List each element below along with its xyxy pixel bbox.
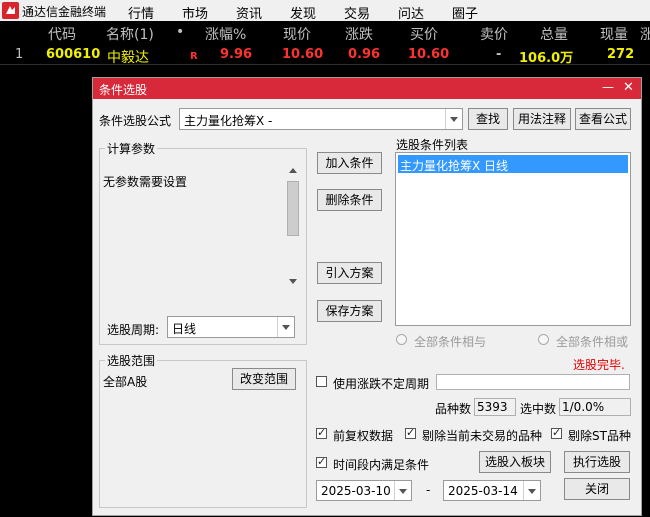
- col-name[interactable]: 名称(1): [106, 24, 154, 44]
- save-scheme-button[interactable]: 保存方案: [317, 300, 382, 322]
- menu-circle[interactable]: 圈子: [452, 3, 478, 22]
- list-item-label: 主力量化抢筹X 日线: [400, 159, 509, 173]
- scroll-up-icon[interactable]: [289, 168, 297, 173]
- date-to-value: 2025-03-14: [448, 484, 518, 498]
- row-change-pct: 9.96: [220, 47, 253, 62]
- list-item[interactable]: 主力量化抢筹X 日线: [398, 155, 628, 173]
- menu-market[interactable]: 市场: [182, 3, 208, 22]
- dialog-title: 条件选股: [99, 83, 148, 97]
- period-all-checkbox[interactable]: [316, 455, 327, 468]
- formula-label: 条件选股公式: [99, 114, 172, 128]
- forward-adjust-checkbox[interactable]: [316, 426, 327, 439]
- chevron-down-icon: [445, 109, 462, 129]
- stock-screener-dialog: 条件选股 — ✕ 条件选股公式 主力量化抢筹X - 查找 用法注释 查看公式 计…: [92, 77, 642, 516]
- uncertain-period-checkbox[interactable]: [316, 376, 327, 387]
- selected-field: 1/0.0%: [559, 398, 631, 416]
- radio-or-label: 全部条件相或: [556, 335, 629, 349]
- scroll-down-icon[interactable]: [289, 279, 297, 284]
- condition-list[interactable]: 主力量化抢筹X 日线: [395, 152, 631, 326]
- selected-label: 选中数: [520, 402, 557, 416]
- col-code[interactable]: 代码: [48, 24, 76, 44]
- radio-and-label: 全部条件相与: [414, 335, 487, 349]
- params-scrollbar[interactable]: [285, 166, 301, 290]
- range-group-label: 选股范围: [105, 352, 158, 369]
- dialog-titlebar[interactable]: 条件选股 — ✕: [93, 78, 641, 99]
- status-text: 选股完毕.: [573, 358, 625, 372]
- col-more[interactable]: 涨: [640, 24, 650, 44]
- view-formula-button[interactable]: 查看公式: [575, 108, 631, 130]
- minimize-icon[interactable]: —: [602, 80, 614, 94]
- close-icon[interactable]: ✕: [623, 80, 634, 95]
- formula-select[interactable]: 主力量化抢筹X -: [179, 108, 463, 130]
- row-ask: -: [496, 47, 502, 62]
- chevron-down-icon: [523, 481, 540, 500]
- menu-discover[interactable]: 发现: [290, 3, 316, 22]
- row-divider: [0, 64, 650, 65]
- remove-condition-button[interactable]: 删除条件: [317, 189, 382, 211]
- radio-or[interactable]: [538, 334, 549, 345]
- date-from-value: 2025-03-10: [321, 484, 391, 498]
- period-label: 选股周期:: [107, 323, 160, 337]
- exclude-untraded-label: 剔除当前未交易的品种: [422, 429, 543, 443]
- col-change[interactable]: 涨跌: [345, 24, 373, 44]
- date-to-picker[interactable]: 2025-03-14: [443, 480, 541, 501]
- formula-select-value: 主力量化抢筹X -: [184, 114, 273, 128]
- row-flag: R: [190, 51, 198, 62]
- menu-news[interactable]: 资讯: [236, 3, 262, 22]
- period-all-label: 时间段内满足条件: [333, 458, 430, 472]
- menu-bar: 通达信金融终端 行情 市场 资讯 发现 交易 问达 圈子: [0, 0, 650, 22]
- table-row[interactable]: 1 600610 中毅达 R 9.96 10.60 0.96 10.60 - 1…: [0, 45, 650, 66]
- selected-value: 1/0.0%: [562, 400, 605, 414]
- period-select[interactable]: 日线: [167, 316, 295, 338]
- menu-trade[interactable]: 交易: [344, 3, 370, 22]
- date-separator: -: [426, 483, 431, 497]
- find-button[interactable]: 查找: [468, 108, 508, 130]
- close-button[interactable]: 关闭: [564, 478, 630, 500]
- uncertain-period-label: 使用涨跌不定周期: [333, 377, 430, 391]
- chevron-down-icon: [277, 317, 294, 337]
- row-change: 0.96: [348, 47, 381, 62]
- range-value: 全部A股: [103, 375, 148, 389]
- params-group-label: 计算参数: [105, 140, 158, 157]
- col-change-pct[interactable]: 涨幅%: [205, 24, 246, 44]
- app-logo-icon: [2, 2, 19, 19]
- col-ask[interactable]: 卖价: [480, 24, 508, 44]
- exclude-st-label: 剔除ST品种: [568, 429, 631, 443]
- app-name: 通达信金融终端: [22, 5, 107, 19]
- import-scheme-button[interactable]: 引入方案: [317, 262, 382, 284]
- menu-quotes[interactable]: 行情: [128, 3, 154, 22]
- change-range-button[interactable]: 改变范围: [232, 368, 296, 390]
- row-last-vol: 272: [607, 47, 635, 62]
- row-bid: 10.60: [408, 47, 450, 62]
- menu-wenda[interactable]: 问达: [398, 3, 424, 22]
- row-price: 10.60: [282, 47, 324, 62]
- period-select-value: 日线: [172, 322, 197, 336]
- col-volume[interactable]: 总量: [540, 24, 568, 44]
- radio-and[interactable]: [396, 334, 407, 345]
- col-bid[interactable]: 买价: [410, 24, 438, 44]
- count-field: 5393: [474, 398, 516, 416]
- exclude-st-checkbox[interactable]: [551, 426, 562, 439]
- usage-notes-button[interactable]: 用法注释: [513, 108, 571, 130]
- scroll-thumb[interactable]: [287, 181, 299, 236]
- params-text: 无参数需要设置: [103, 175, 188, 189]
- exclude-untraded-checkbox[interactable]: [405, 426, 416, 439]
- row-code: 600610: [46, 47, 101, 62]
- row-index: 1: [15, 47, 24, 62]
- quote-table-header: 代码 名称(1) • 涨幅% 现价 涨跌 买价 卖价 总量 现量 涨: [0, 22, 650, 44]
- col-dot: •: [176, 24, 185, 40]
- condition-list-label: 选股条件列表: [396, 138, 469, 152]
- execute-button[interactable]: 执行选股: [564, 451, 630, 473]
- col-last-vol[interactable]: 现量: [600, 24, 628, 44]
- add-to-board-button[interactable]: 选股入板块: [479, 451, 551, 473]
- chevron-down-icon: [394, 481, 411, 500]
- count-label: 品种数: [435, 402, 472, 416]
- forward-adjust-label: 前复权数据: [333, 429, 394, 443]
- add-condition-button[interactable]: 加入条件: [317, 152, 382, 174]
- uncertain-period-input[interactable]: [436, 374, 630, 390]
- col-price[interactable]: 现价: [283, 24, 311, 44]
- count-value: 5393: [477, 400, 508, 414]
- date-from-picker[interactable]: 2025-03-10: [316, 480, 412, 501]
